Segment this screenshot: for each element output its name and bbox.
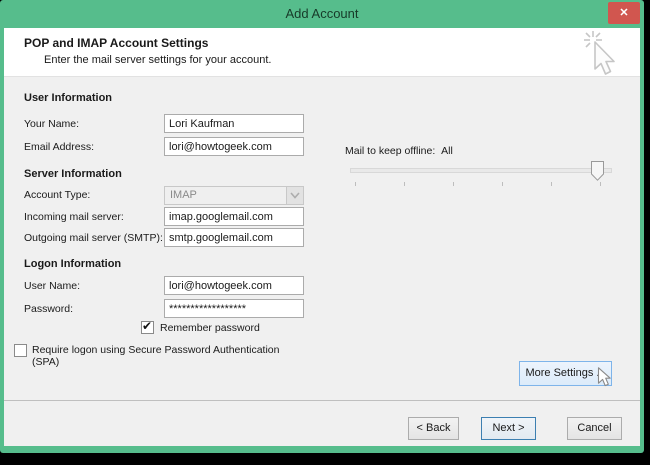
dialog-body: POP and IMAP Account Settings Enter the … <box>4 28 640 446</box>
click-sparkle-cursor-icon <box>580 30 622 76</box>
account-type-value: IMAP <box>170 189 197 201</box>
checkmark-icon: ✔ <box>142 319 152 333</box>
next-button[interactable]: Next > <box>481 417 536 440</box>
close-icon: ✕ <box>619 7 628 19</box>
footer-separator <box>4 400 640 401</box>
your-name-input[interactable] <box>164 114 304 133</box>
window-title: Add Account <box>286 6 359 21</box>
mail-offline-value: All <box>441 145 453 157</box>
user-name-label: User Name: <box>24 280 80 292</box>
mail-offline-label: Mail to keep offline: All <box>345 145 453 157</box>
outgoing-server-input[interactable] <box>164 228 304 247</box>
incoming-server-label: Incoming mail server: <box>24 211 124 223</box>
mouse-cursor-icon <box>597 367 612 388</box>
spa-checkbox[interactable] <box>14 344 27 357</box>
slider-tick <box>355 182 356 186</box>
offline-slider-thumb[interactable] <box>591 161 604 181</box>
back-button[interactable]: < Back <box>408 417 459 440</box>
account-type-label: Account Type: <box>24 189 90 201</box>
password-label: Password: <box>24 303 73 315</box>
section-user-information: User Information <box>24 92 112 104</box>
section-logon-information: Logon Information <box>24 258 121 270</box>
incoming-server-input[interactable] <box>164 207 304 226</box>
slider-tick <box>502 182 503 186</box>
cancel-button[interactable]: Cancel <box>567 417 622 440</box>
remember-password-checkbox[interactable]: ✔ <box>141 321 154 334</box>
offline-slider-track[interactable] <box>350 168 612 173</box>
chevron-down-icon <box>286 187 303 204</box>
slider-tick <box>404 182 405 186</box>
wizard-header: POP and IMAP Account Settings Enter the … <box>4 28 640 77</box>
wizard-header-subtitle: Enter the mail server settings for your … <box>44 54 271 66</box>
email-address-label: Email Address: <box>24 141 94 153</box>
section-server-information: Server Information <box>24 168 122 180</box>
wizard-header-title: POP and IMAP Account Settings <box>24 36 208 50</box>
password-input[interactable] <box>164 299 304 318</box>
slider-tick <box>453 182 454 186</box>
remember-password-label: Remember password <box>160 322 260 334</box>
titlebar[interactable]: Add Account ✕ <box>0 0 644 28</box>
user-name-input[interactable] <box>164 276 304 295</box>
outgoing-server-label: Outgoing mail server (SMTP): <box>24 232 163 244</box>
your-name-label: Your Name: <box>24 118 79 130</box>
spa-label: Require logon using Secure Password Auth… <box>32 344 280 368</box>
account-type-dropdown[interactable]: IMAP <box>164 186 304 205</box>
slider-tick <box>600 182 601 186</box>
add-account-dialog: Add Account ✕ POP and IMAP Account Setti… <box>0 0 644 453</box>
slider-tick <box>551 182 552 186</box>
email-address-input[interactable] <box>164 137 304 156</box>
close-button[interactable]: ✕ <box>608 2 640 24</box>
